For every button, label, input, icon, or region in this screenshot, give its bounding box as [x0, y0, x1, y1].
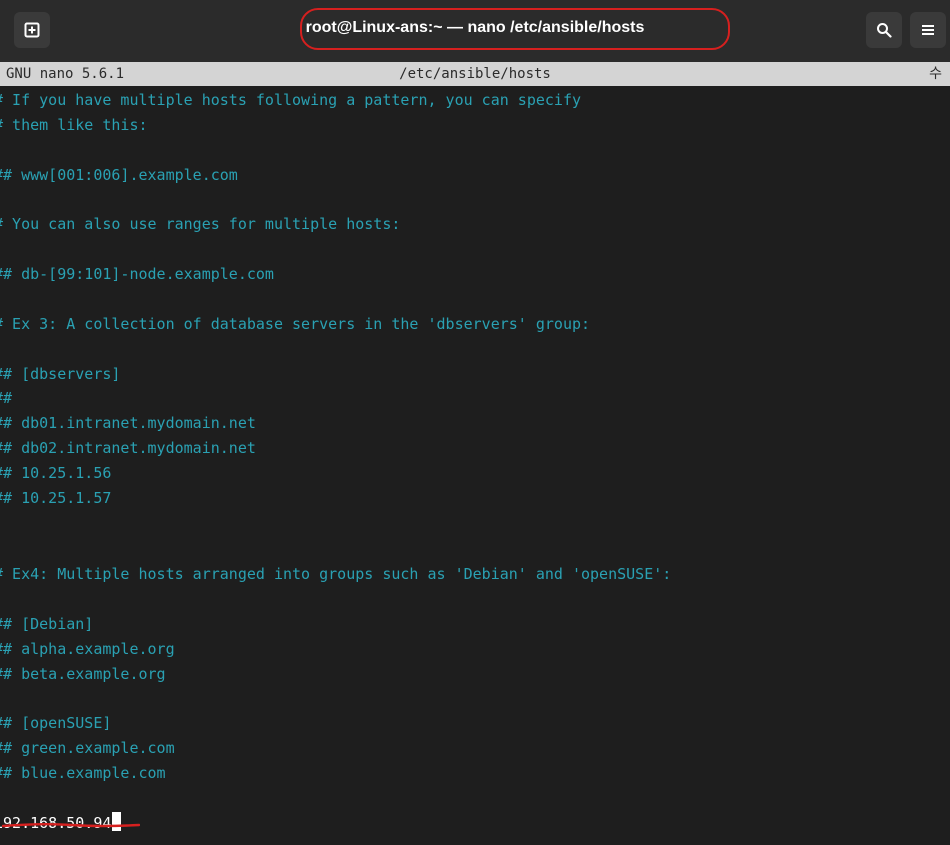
editor-line: ## blue.example.com — [0, 764, 166, 782]
editor-line: # them like this: — [0, 116, 148, 134]
hamburger-menu-icon — [922, 25, 934, 35]
editor-line: ## 10.25.1.56 — [0, 464, 112, 482]
search-icon — [877, 23, 892, 38]
editor-line: ## www[001:006].example.com — [0, 166, 238, 184]
editor-line: ## alpha.example.org — [0, 640, 175, 658]
editor-line: ## green.example.com — [0, 739, 175, 757]
editor-line: # You can also use ranges for multiple h… — [0, 215, 401, 233]
editor-line: ## db02.intranet.mydomain.net — [0, 439, 256, 457]
ip-underline-annotation — [2, 823, 140, 828]
editor-line: # Ex 3: A collection of database servers… — [0, 315, 591, 333]
title-highlight-annotation — [300, 8, 730, 50]
nano-statusbar: GNU nano 5.6.1 /etc/ansible/hosts 수 — [0, 62, 950, 86]
editor-line: ## — [0, 389, 13, 407]
editor-line: ## [Debian] — [0, 615, 94, 633]
editor-line: ## [openSUSE] — [0, 714, 112, 732]
editor-line: ## db01.intranet.mydomain.net — [0, 414, 256, 432]
editor-line: ## beta.example.org — [0, 665, 166, 683]
editor-line: ## 10.25.1.57 — [0, 489, 112, 507]
editor-line: ## db-[99:101]-node.example.com — [0, 265, 274, 283]
menu-button[interactable] — [910, 12, 946, 48]
editor-line: ## [dbservers] — [0, 365, 121, 383]
file-path: /etc/ansible/hosts — [399, 66, 551, 82]
editor-line: # Ex4: Multiple hosts arranged into grou… — [0, 565, 672, 583]
editor-line: # If you have multiple hosts following a… — [0, 91, 581, 109]
window-titlebar: root@Linux-ans:~ — nano /etc/ansible/hos… — [0, 0, 950, 62]
modified-indicator: 수 — [929, 66, 942, 82]
search-button[interactable] — [866, 12, 902, 48]
